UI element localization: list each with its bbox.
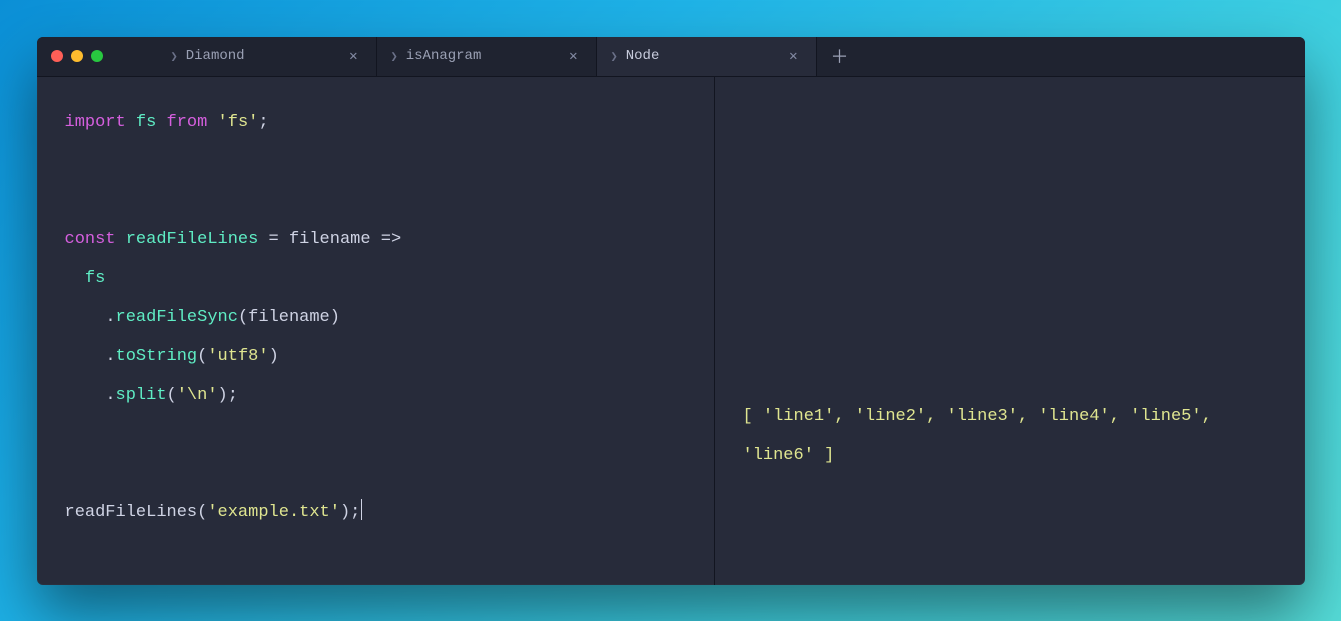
- tab-isanagram[interactable]: ❯ isAnagram ✕: [377, 37, 597, 76]
- paren-open: (: [197, 503, 207, 522]
- tab-diamond[interactable]: ❯ Diamond ✕: [157, 37, 377, 76]
- paren-open: (: [197, 347, 207, 366]
- code-editor[interactable]: import fs from 'fs'; const readFileLines…: [37, 77, 715, 585]
- string-example: 'example.txt': [207, 503, 340, 522]
- repl-output: [ 'line1', 'line2', 'line3', 'line4', 'l…: [743, 407, 1222, 465]
- minimize-window-button[interactable]: [71, 50, 83, 62]
- operator-equals: =: [269, 230, 279, 249]
- zoom-window-button[interactable]: [91, 50, 103, 62]
- identifier-fs: fs: [85, 269, 105, 288]
- window-controls: [37, 50, 157, 62]
- identifier-fs: fs: [136, 113, 156, 132]
- arg-filename: filename: [248, 308, 330, 327]
- close-tab-button[interactable]: ✕: [347, 48, 359, 65]
- dot: .: [105, 308, 115, 327]
- output-pane[interactable]: [ 'line1', 'line2', 'line3', 'line4', 'l…: [715, 77, 1305, 585]
- new-tab-button[interactable]: ＋: [817, 37, 863, 76]
- tab-label: Node: [626, 48, 660, 64]
- semicolon: ;: [228, 386, 238, 405]
- tab-label: isAnagram: [406, 48, 482, 64]
- operator-arrow: =>: [381, 230, 401, 249]
- keyword-const: const: [65, 230, 116, 249]
- tab-bar: ❯ Diamond ✕ ❯ isAnagram ✕ ❯ Node ✕ ＋: [157, 37, 863, 76]
- tab-label: Diamond: [186, 48, 245, 64]
- close-tab-button[interactable]: ✕: [787, 48, 799, 65]
- paren-close: ): [330, 308, 340, 327]
- keyword-import: import: [65, 113, 126, 132]
- paren-open: (: [238, 308, 248, 327]
- method-tostring: toString: [116, 347, 198, 366]
- method-split: split: [116, 386, 167, 405]
- semicolon: ;: [350, 503, 360, 522]
- paren-close: ): [340, 503, 350, 522]
- editor-panes: import fs from 'fs'; const readFileLines…: [37, 77, 1305, 585]
- tab-node[interactable]: ❯ Node ✕: [597, 37, 817, 76]
- string-fs: 'fs': [218, 113, 259, 132]
- identifier-readfilelines: readFileLines: [126, 230, 259, 249]
- close-window-button[interactable]: [51, 50, 63, 62]
- close-tab-button[interactable]: ✕: [567, 48, 579, 65]
- call-readfilelines: readFileLines: [65, 503, 198, 522]
- chevron-right-icon: ❯: [611, 49, 618, 64]
- text-cursor: [361, 499, 362, 519]
- paren-close: ): [269, 347, 279, 366]
- semicolon: ;: [258, 113, 268, 132]
- chevron-right-icon: ❯: [171, 49, 178, 64]
- paren-open: (: [167, 386, 177, 405]
- method-readfilesync: readFileSync: [116, 308, 238, 327]
- string-newline: '\n': [177, 386, 218, 405]
- paren-close: ): [218, 386, 228, 405]
- title-bar: ❯ Diamond ✕ ❯ isAnagram ✕ ❯ Node ✕ ＋: [37, 37, 1305, 77]
- editor-window: ❯ Diamond ✕ ❯ isAnagram ✕ ❯ Node ✕ ＋: [37, 37, 1305, 585]
- dot: .: [105, 386, 115, 405]
- chevron-right-icon: ❯: [391, 49, 398, 64]
- param-filename: filename: [289, 230, 371, 249]
- keyword-from: from: [167, 113, 208, 132]
- dot: .: [105, 347, 115, 366]
- string-utf8: 'utf8': [207, 347, 268, 366]
